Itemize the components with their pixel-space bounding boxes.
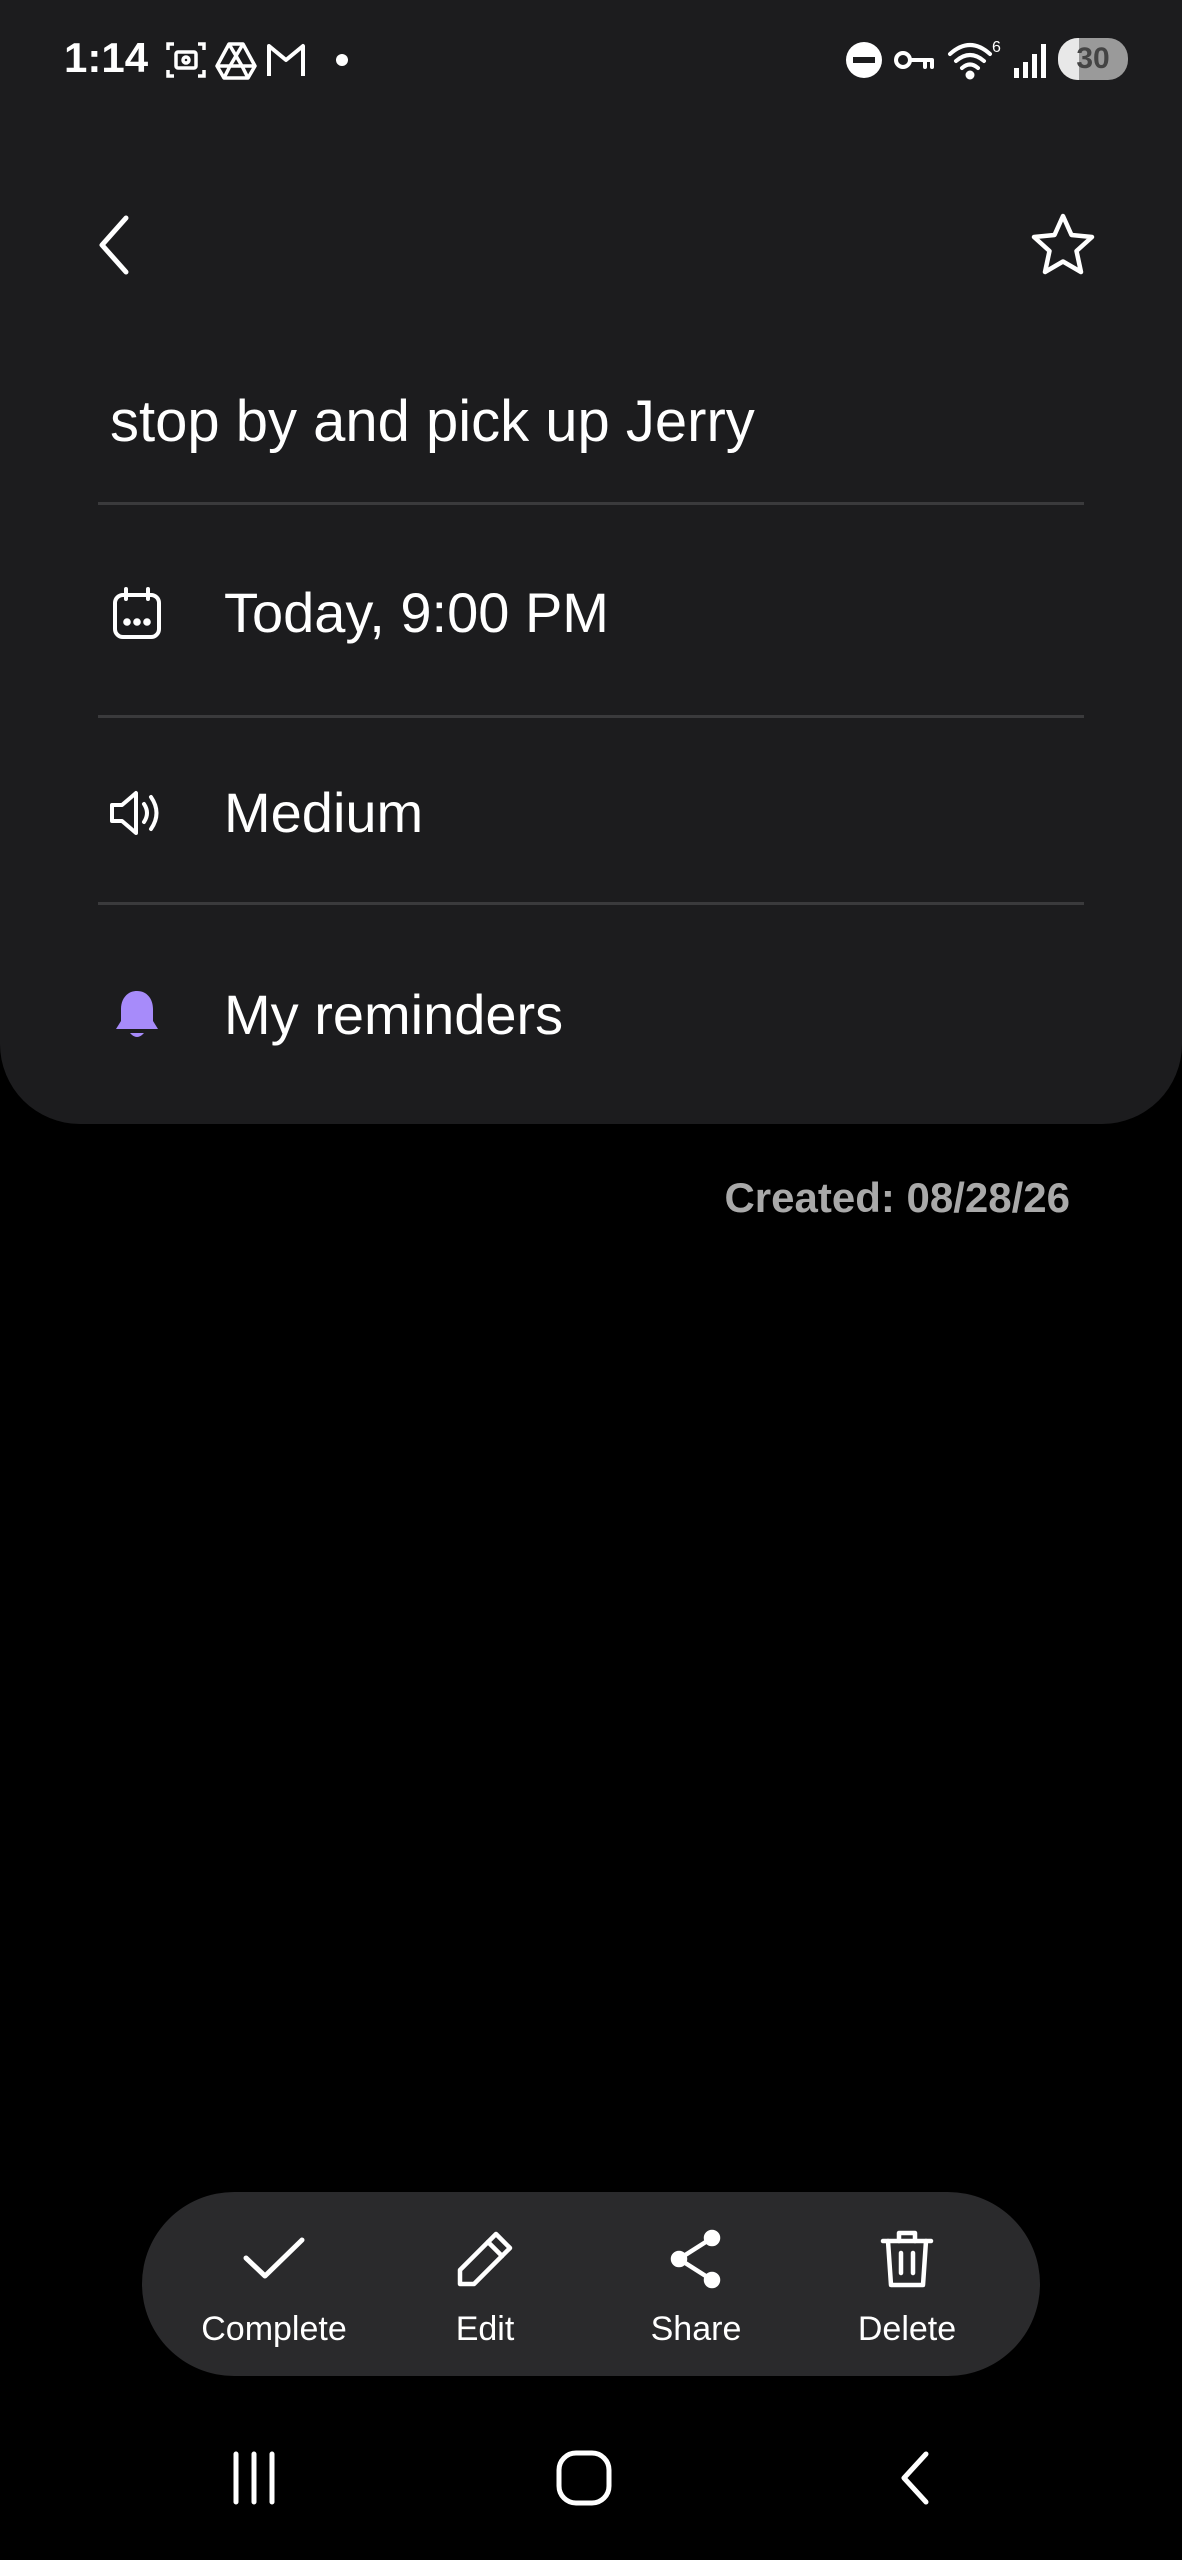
home-button[interactable] (524, 2430, 644, 2530)
favorite-button[interactable] (1018, 200, 1108, 290)
trash-icon (867, 2224, 947, 2294)
delete-label: Delete (857, 2310, 957, 2348)
reminder-title[interactable]: stop by and pick up Jerry (110, 388, 755, 455)
speaker-icon (104, 780, 170, 846)
vpn-key-icon (892, 38, 936, 82)
divider (98, 502, 1084, 505)
gmail-icon (264, 38, 308, 82)
share-button[interactable]: Share (596, 2192, 796, 2376)
reminder-category[interactable]: My reminders (224, 982, 563, 1047)
reminder-card (0, 0, 1182, 1124)
dot-icon (330, 38, 374, 82)
delete-button[interactable]: Delete (807, 2192, 1007, 2376)
reminder-alert-style[interactable]: Medium (224, 780, 423, 845)
wifi-icon: 6 (946, 38, 1004, 82)
status-time: 1:14 (64, 34, 149, 81)
battery-level: 30 (1076, 42, 1110, 75)
do-not-disturb-icon (842, 38, 886, 82)
star-outline-icon (1028, 210, 1098, 280)
back-icon (894, 2448, 938, 2513)
bell-icon (104, 982, 170, 1048)
wifi-badge: 6 (992, 39, 1001, 56)
drive-icon (214, 38, 258, 82)
divider (98, 902, 1084, 905)
action-toolbar: Complete Edit Share Delete (142, 2192, 1040, 2376)
checkmark-icon (234, 2224, 314, 2294)
pencil-icon (445, 2224, 525, 2294)
signal-icon (1010, 38, 1054, 82)
status-bar: 1:14 6 30 (0, 0, 1182, 120)
battery-indicator: 30 (1058, 38, 1128, 80)
home-icon (554, 2448, 614, 2513)
nav-back-button[interactable] (856, 2430, 976, 2530)
screenshot-icon (164, 38, 208, 82)
complete-label: Complete (201, 2310, 347, 2348)
created-date: Created: 08/28/26 (724, 1174, 1070, 1221)
recents-button[interactable] (194, 2430, 314, 2530)
edit-button[interactable]: Edit (385, 2192, 585, 2376)
back-button[interactable] (70, 200, 160, 290)
chevron-left-icon (90, 210, 140, 280)
share-label: Share (650, 2310, 742, 2348)
edit-label: Edit (455, 2310, 515, 2348)
divider (98, 715, 1084, 718)
share-icon (656, 2224, 736, 2294)
reminder-datetime[interactable]: Today, 9:00 PM (224, 580, 609, 645)
recents-icon (224, 2450, 284, 2511)
complete-button[interactable]: Complete (174, 2192, 374, 2376)
calendar-icon (104, 580, 170, 646)
